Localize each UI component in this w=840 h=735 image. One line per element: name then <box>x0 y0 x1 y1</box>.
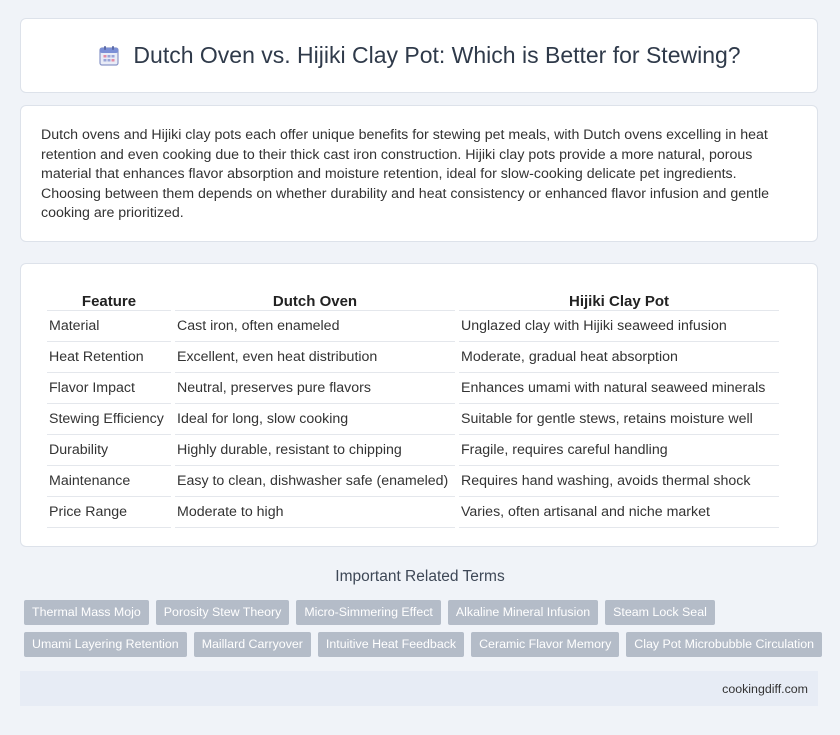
table-row: Price Range Moderate to high Varies, oft… <box>47 497 779 528</box>
row-dutch-oven: Cast iron, often enameled <box>175 311 455 342</box>
row-hijiki: Unglazed clay with Hijiki seaweed infusi… <box>459 311 779 342</box>
page-title: Dutch Oven vs. Hijiki Clay Pot: Which is… <box>133 42 741 68</box>
row-dutch-oven: Easy to clean, dishwasher safe (enameled… <box>175 466 455 497</box>
row-feature: Heat Retention <box>47 342 171 373</box>
row-hijiki: Requires hand washing, avoids thermal sh… <box>459 466 779 497</box>
row-dutch-oven: Moderate to high <box>175 497 455 528</box>
row-feature: Flavor Impact <box>47 373 171 404</box>
row-feature: Stewing Efficiency <box>47 404 171 435</box>
row-feature: Durability <box>47 435 171 466</box>
table-row: Stewing Efficiency Ideal for long, slow … <box>47 404 779 435</box>
tag-link[interactable]: Thermal Mass Mojo <box>24 600 149 625</box>
tag-link[interactable]: Intuitive Heat Feedback <box>317 632 465 657</box>
comparison-card: Feature Dutch Oven Hijiki Clay Pot Mater… <box>20 263 818 547</box>
tag-link[interactable]: Steam Lock Seal <box>605 600 715 625</box>
row-hijiki: Varies, often artisanal and niche market <box>459 497 779 528</box>
row-dutch-oven: Highly durable, resistant to chipping <box>175 435 455 466</box>
row-feature: Maintenance <box>47 466 171 497</box>
table-row: Material Cast iron, often enameled Ungla… <box>47 311 779 342</box>
tag-link[interactable]: Porosity Stew Theory <box>155 600 290 625</box>
related-terms-heading: Important Related Terms <box>335 568 505 585</box>
tag-link[interactable]: Maillard Carryover <box>193 632 311 657</box>
title-wrap: Dutch Oven vs. Hijiki Clay Pot: Which is… <box>97 42 741 69</box>
header-feature: Feature <box>47 284 171 311</box>
table-header-row: Feature Dutch Oven Hijiki Clay Pot <box>47 284 779 311</box>
table-row: Heat Retention Excellent, even heat dist… <box>47 342 779 373</box>
calendar-icon <box>97 44 121 68</box>
row-dutch-oven: Excellent, even heat distribution <box>175 342 455 373</box>
row-feature: Material <box>47 311 171 342</box>
related-terms-list: Thermal Mass Mojo Porosity Stew Theory M… <box>24 600 824 657</box>
tag-link[interactable]: Micro-Simmering Effect <box>296 600 441 625</box>
tag-link[interactable]: Umami Layering Retention <box>24 632 187 657</box>
comparison-table: Feature Dutch Oven Hijiki Clay Pot Mater… <box>43 284 783 528</box>
row-hijiki: Moderate, gradual heat absorption <box>459 342 779 373</box>
footer-bar: cookingdiff.com <box>20 671 818 706</box>
row-hijiki: Enhances umami with natural seaweed mine… <box>459 373 779 404</box>
intro-text: Dutch ovens and Hijiki clay pots each of… <box>41 127 769 221</box>
row-dutch-oven: Neutral, preserves pure flavors <box>175 373 455 404</box>
intro-card: Dutch ovens and Hijiki clay pots each of… <box>20 105 818 242</box>
tag-link[interactable]: Ceramic Flavor Memory <box>471 632 620 657</box>
table-row: Durability Highly durable, resistant to … <box>47 435 779 466</box>
table-row: Flavor Impact Neutral, preserves pure fl… <box>47 373 779 404</box>
row-dutch-oven: Ideal for long, slow cooking <box>175 404 455 435</box>
tag-link[interactable]: Clay Pot Microbubble Circulation <box>626 632 823 657</box>
tag-link[interactable]: Alkaline Mineral Infusion <box>447 600 599 625</box>
footer-site-link[interactable]: cookingdiff.com <box>722 682 808 696</box>
table-row: Maintenance Easy to clean, dishwasher sa… <box>47 466 779 497</box>
row-hijiki: Fragile, requires careful handling <box>459 435 779 466</box>
header-card: Dutch Oven vs. Hijiki Clay Pot: Which is… <box>20 18 818 93</box>
row-hijiki: Suitable for gentle stews, retains moist… <box>459 404 779 435</box>
row-feature: Price Range <box>47 497 171 528</box>
header-dutch-oven: Dutch Oven <box>175 284 455 311</box>
header-hijiki-clay-pot: Hijiki Clay Pot <box>459 284 779 311</box>
